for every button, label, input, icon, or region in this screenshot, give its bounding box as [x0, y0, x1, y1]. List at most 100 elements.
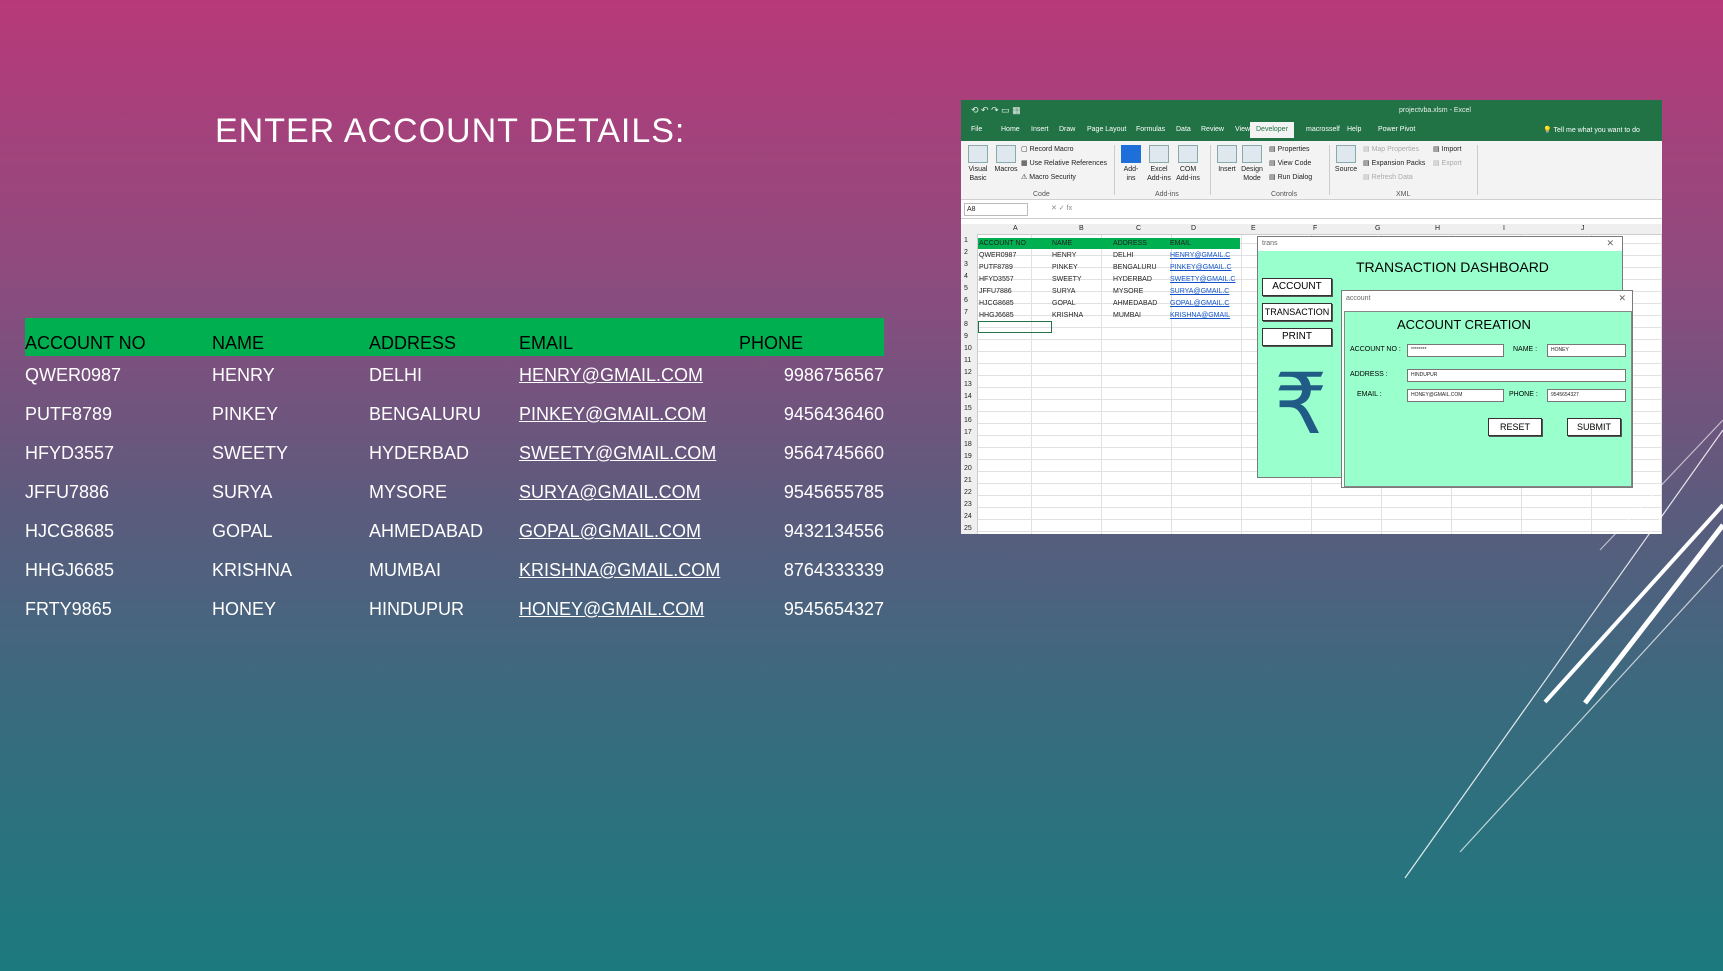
run-dialog-button[interactable]: ▤ Run Dialog	[1269, 171, 1312, 185]
sheet-cell[interactable]: SWEETY@GMAIL.C	[1170, 276, 1235, 283]
address-input[interactable]: HINDUPUR	[1407, 369, 1626, 382]
row-header[interactable]: 17	[964, 429, 972, 436]
email-input[interactable]: HONEY@GMAIL.COM	[1407, 389, 1504, 402]
row-header[interactable]: 18	[964, 441, 972, 448]
cell-email[interactable]: GOPAL@GMAIL.COM	[519, 521, 701, 542]
ribbon-tab-home[interactable]: Home	[1001, 126, 1020, 133]
design-mode-button[interactable]: Design Mode	[1241, 145, 1263, 183]
cell-email[interactable]: SURYA@GMAIL.COM	[519, 482, 701, 503]
row-header[interactable]: 9	[964, 333, 968, 340]
ribbon-tab-file[interactable]: File	[971, 126, 982, 133]
ribbon-tab-help[interactable]: Help	[1347, 126, 1361, 133]
column-header[interactable]: C	[1136, 225, 1141, 232]
view-code-button[interactable]: ▤ View Code	[1269, 157, 1311, 171]
column-header[interactable]: J	[1581, 225, 1585, 232]
row-header[interactable]: 10	[964, 345, 972, 352]
name-box[interactable]: A8	[964, 203, 1028, 216]
close-icon[interactable]: ✕	[1606, 238, 1614, 249]
excel-addins-button[interactable]: Excel Add-ins	[1145, 145, 1173, 183]
account-button[interactable]: ACCOUNT	[1262, 278, 1332, 296]
record-macro-button[interactable]: ▢ Record Macro	[1021, 143, 1074, 157]
sheet-cell[interactable]: HFYD3557	[979, 276, 1014, 283]
transaction-button[interactable]: TRANSACTION	[1262, 303, 1332, 321]
row-header[interactable]: 23	[964, 501, 972, 508]
sheet-header-cell[interactable]: EMAIL	[1170, 240, 1191, 247]
row-header[interactable]: 4	[964, 273, 968, 280]
row-header[interactable]: 6	[964, 297, 968, 304]
print-button[interactable]: PRINT	[1262, 328, 1332, 346]
row-header[interactable]: 22	[964, 489, 972, 496]
row-header[interactable]: 7	[964, 309, 968, 316]
import-button[interactable]: ▤ Import	[1433, 143, 1461, 157]
phone-input[interactable]: 9545654327	[1547, 389, 1626, 402]
properties-button[interactable]: ▤ Properties	[1269, 143, 1309, 157]
tell-me-search[interactable]: 💡 Tell me what you want to do	[1543, 126, 1640, 134]
row-header[interactable]: 12	[964, 369, 972, 376]
ribbon-tab-draw[interactable]: Draw	[1059, 126, 1075, 133]
column-header[interactable]: G	[1375, 225, 1380, 232]
sheet-cell[interactable]: SURYA@GMAIL.C	[1170, 288, 1229, 295]
column-header[interactable]: D	[1191, 225, 1196, 232]
column-header[interactable]: H	[1435, 225, 1440, 232]
row-header[interactable]: 20	[964, 465, 972, 472]
ribbon-tab-formulas[interactable]: Formulas	[1136, 126, 1165, 133]
macro-security-button[interactable]: ⚠ Macro Security	[1021, 171, 1076, 185]
name-input[interactable]: HONEY	[1547, 344, 1626, 357]
sheet-cell[interactable]: KRISHNA	[1052, 312, 1083, 319]
insert-control-button[interactable]: Insert	[1217, 145, 1237, 174]
close-icon[interactable]: ✕	[1618, 293, 1626, 304]
refresh-data-button[interactable]: ▤ Refresh Data	[1363, 171, 1413, 185]
sheet-cell[interactable]: HHGJ6685	[979, 312, 1014, 319]
sheet-cell[interactable]: KRISHNA@GMAIL	[1170, 312, 1230, 319]
column-header[interactable]: A	[1013, 225, 1018, 232]
sheet-cell[interactable]: HENRY@GMAIL.C	[1170, 252, 1230, 259]
sheet-header-cell[interactable]: NAME	[1052, 240, 1072, 247]
selected-cell[interactable]	[978, 321, 1052, 333]
map-properties-button[interactable]: ▤ Map Properties	[1363, 143, 1419, 157]
sheet-cell[interactable]: GOPAL@GMAIL.C	[1170, 300, 1230, 307]
ribbon-tab-view[interactable]: View	[1235, 126, 1250, 133]
cell-email[interactable]: PINKEY@GMAIL.COM	[519, 404, 706, 425]
row-header[interactable]: 15	[964, 405, 972, 412]
row-header[interactable]: 5	[964, 285, 968, 292]
cell-email[interactable]: SWEETY@GMAIL.COM	[519, 443, 716, 464]
row-header[interactable]: 13	[964, 381, 972, 388]
sheet-cell[interactable]: AHMEDABAD	[1113, 300, 1157, 307]
cell-email[interactable]: HONEY@GMAIL.COM	[519, 599, 704, 620]
com-addins-button[interactable]: COM Add-ins	[1175, 145, 1201, 183]
fx-icon[interactable]: ✕ ✓ fx	[1051, 204, 1072, 212]
row-header[interactable]: 1	[964, 237, 968, 244]
ribbon-tab-macrosself[interactable]: macrosself	[1306, 126, 1340, 133]
sheet-cell[interactable]: GOPAL	[1052, 300, 1076, 307]
sheet-cell[interactable]: HENRY	[1052, 252, 1076, 259]
row-header[interactable]: 8	[964, 321, 968, 328]
row-header[interactable]: 25	[964, 525, 972, 532]
row-header[interactable]: 16	[964, 417, 972, 424]
quick-access-icons[interactable]: ⟲ ↶ ↷ ▭ ▦	[971, 105, 1021, 116]
source-button[interactable]: Source	[1333, 145, 1359, 174]
column-header[interactable]: B	[1079, 225, 1084, 232]
account-no-input[interactable]: ********	[1407, 344, 1504, 357]
row-header[interactable]: 19	[964, 453, 972, 460]
ribbon-tab-insert[interactable]: Insert	[1031, 126, 1049, 133]
use-relative-button[interactable]: ▦ Use Relative References	[1021, 157, 1107, 171]
row-header[interactable]: 2	[964, 249, 968, 256]
sheet-cell[interactable]: PUTF8789	[979, 264, 1013, 271]
ribbon-tab-data[interactable]: Data	[1176, 126, 1191, 133]
macros-button[interactable]: Macros	[993, 145, 1019, 174]
expansion-packs-button[interactable]: ▤ Expansion Packs	[1363, 157, 1425, 171]
row-header[interactable]: 21	[964, 477, 972, 484]
column-header[interactable]: I	[1503, 225, 1505, 232]
column-header[interactable]: E	[1251, 225, 1256, 232]
sheet-cell[interactable]: HJCG8685	[979, 300, 1014, 307]
sheet-cell[interactable]: PINKEY@GMAIL.C	[1170, 264, 1232, 271]
export-button[interactable]: ▤ Export	[1433, 157, 1462, 171]
sheet-cell[interactable]: HYDERBAD	[1113, 276, 1152, 283]
sheet-cell[interactable]: PINKEY	[1052, 264, 1078, 271]
ribbon-tab-developer[interactable]: Developer	[1250, 122, 1294, 138]
sheet-header-cell[interactable]: ADDRESS	[1113, 240, 1147, 247]
sheet-cell[interactable]: MUMBAI	[1113, 312, 1141, 319]
column-header[interactable]: F	[1313, 225, 1317, 232]
cell-email[interactable]: HENRY@GMAIL.COM	[519, 365, 703, 386]
row-header[interactable]: 11	[964, 357, 971, 364]
